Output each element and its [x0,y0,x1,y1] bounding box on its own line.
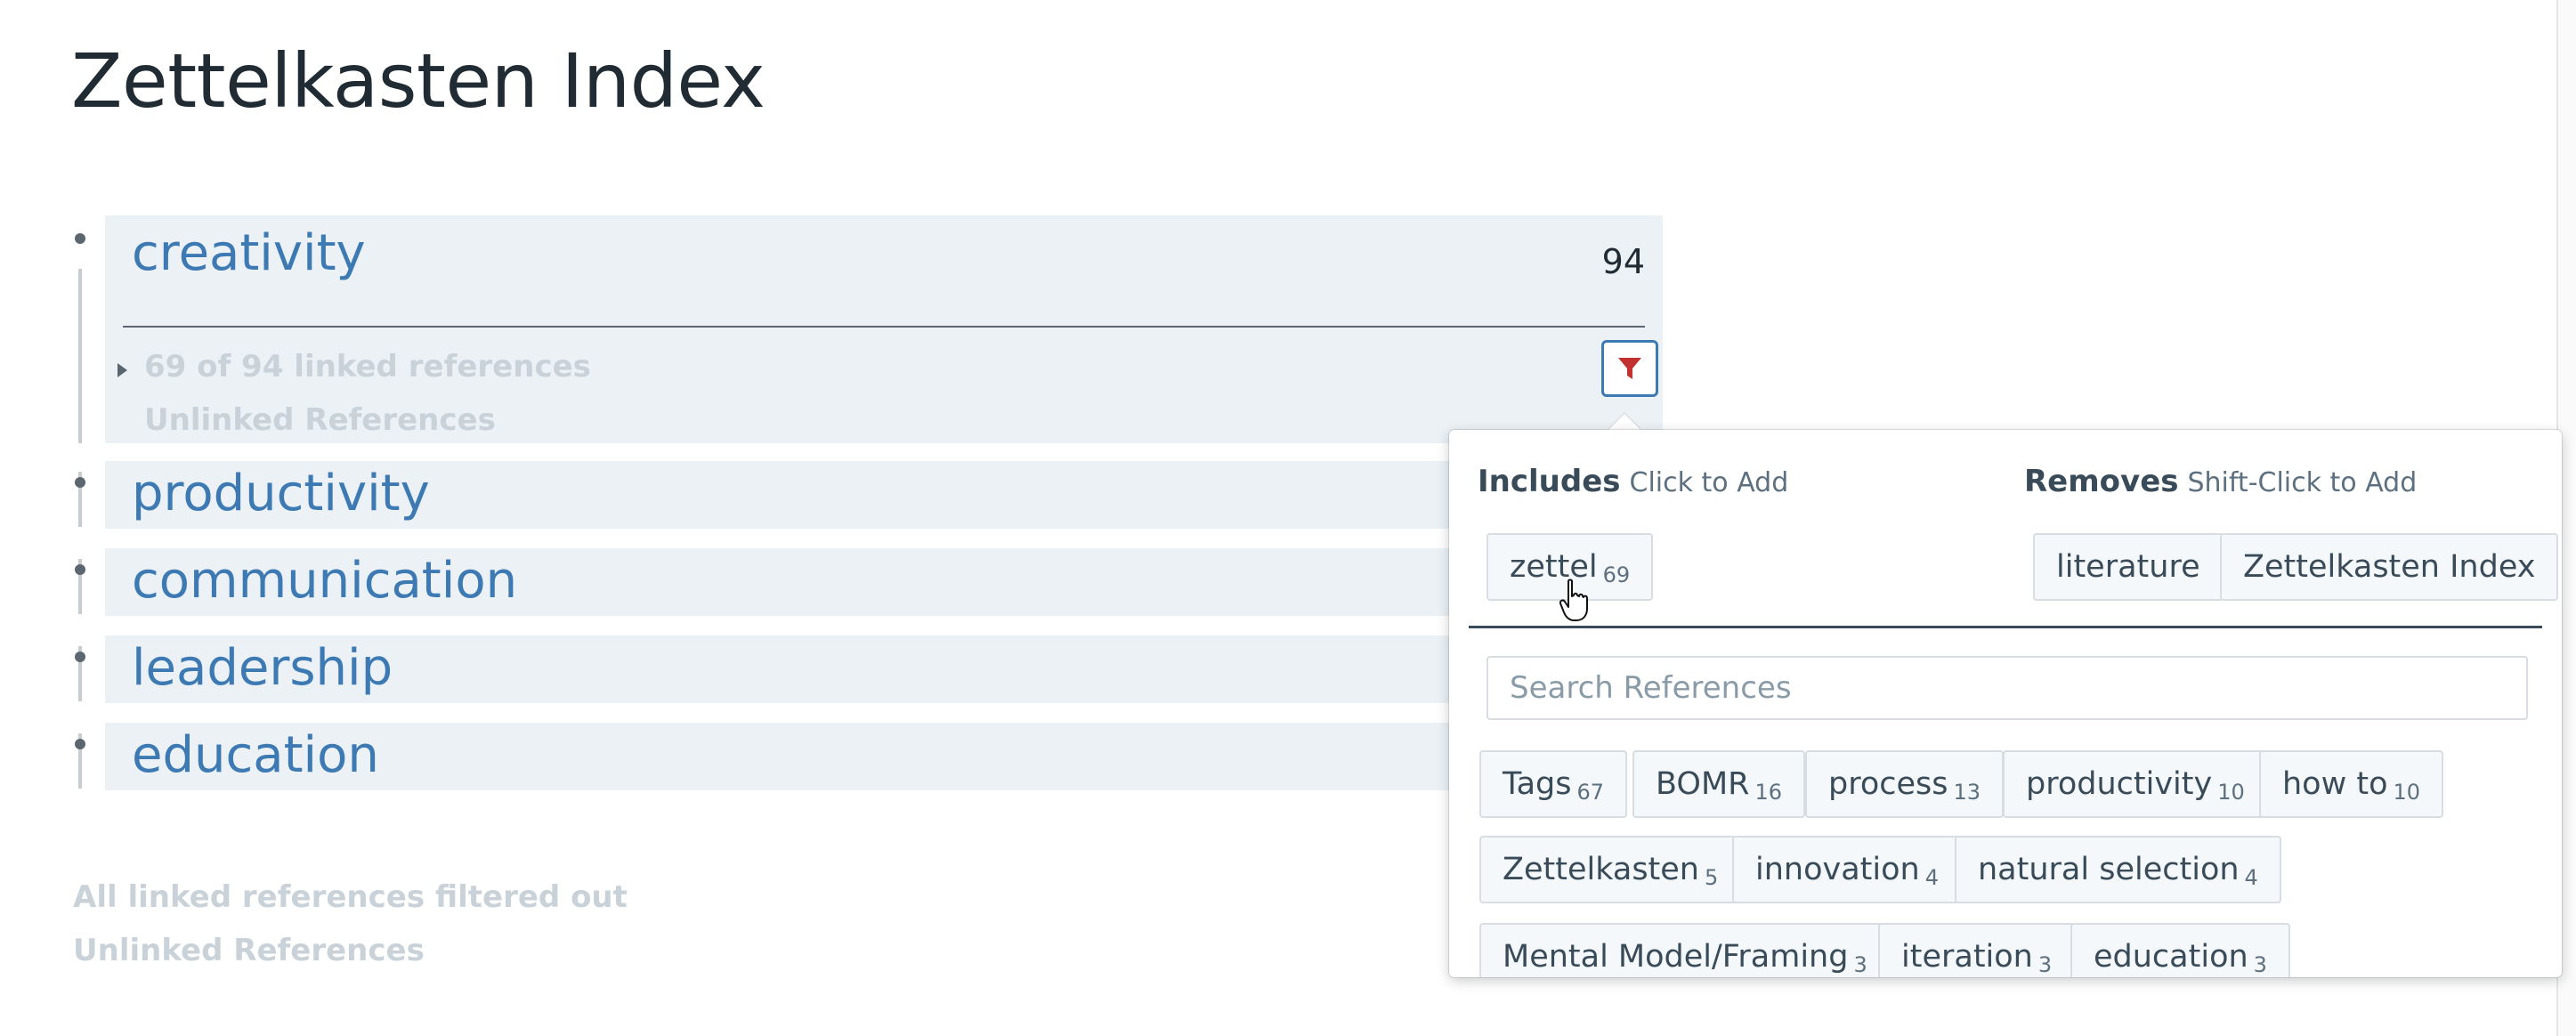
filtered-out-notice: All linked references filtered out [73,879,628,915]
funnel-icon [1618,358,1641,379]
reference-chip[interactable]: BOMR 16 [1632,750,1806,818]
chip-label: how to [2282,766,2388,802]
popover-divider [1469,626,2542,628]
block-bullet[interactable] [75,477,85,488]
chip-count: 3 [1853,952,1867,977]
reference-chip[interactable]: how to 10 [2259,750,2444,818]
remove-chip[interactable]: literature [2033,533,2224,601]
chip-count: 13 [1953,780,1981,805]
chip-count: 4 [2244,865,2258,890]
chip-label: Mental Model/Framing [1503,939,1849,975]
chip-label: Zettelkasten [1503,852,1699,887]
chip-label: BOMR [1656,766,1750,802]
page-link-productivity[interactable]: productivity [132,465,430,522]
chip-count: 16 [1754,780,1783,805]
unlinked-references-toggle[interactable]: Unlinked References [73,933,425,968]
block-bullet[interactable] [75,652,85,662]
reference-filter-popover: Includes Click to Add Removes Shift-Click … [1449,430,2562,977]
includes-section-title: Includes Click to Add [1478,464,1788,499]
remove-chip[interactable]: Zettelkasten Index [2220,533,2559,601]
chip-label: productivity [2026,766,2213,802]
block-bullet[interactable] [75,564,85,575]
hand-pointer-icon [1559,579,1588,621]
chip-label: innovation [1755,852,1920,887]
page-title: Zettelkasten Index [71,37,766,125]
reference-chip[interactable]: Zettelkasten 5 [1479,836,1742,903]
page-link-communication[interactable]: communication [132,552,517,610]
chip-label: Tags [1503,766,1572,802]
reference-chip[interactable]: Mental Model/Framing 3 [1479,923,1891,977]
includes-title: Includes [1478,464,1621,499]
reference-chip[interactable]: iteration 3 [1878,923,2076,977]
chip-count: 5 [1705,865,1719,890]
unlinked-references-toggle[interactable]: Unlinked References [144,402,496,438]
chip-count: 3 [2253,952,2267,977]
search-references-input[interactable] [1486,656,2528,720]
chip-count: 3 [2037,952,2053,977]
outline-block: leadership [105,635,1663,703]
reference-count: 94 [1601,242,1645,281]
removes-hint: Shift-Click to Add [2187,467,2418,498]
block-divider [123,326,1645,328]
outline-block: communication [105,548,1663,616]
block-bullet[interactable] [75,739,85,749]
chip-count: 4 [1924,865,1939,890]
reference-chip[interactable]: Tags 67 [1479,750,1628,818]
reference-chip[interactable]: natural selection 4 [1955,836,2281,903]
chip-label: Zettelkasten Index [2243,549,2536,585]
includes-hint: Click to Add [1629,467,1789,498]
chip-label: education [2094,939,2248,975]
removes-title: Removes [2024,464,2179,499]
outline-thread [78,269,82,443]
reference-chip[interactable]: education 3 [2070,923,2290,977]
chip-count: 67 [1576,780,1605,805]
removes-section-title: Removes Shift-Click to Add [2024,464,2417,499]
page-link-leadership[interactable]: leadership [132,639,393,697]
chip-label: iteration [1901,939,2033,975]
chip-label: literature [2056,549,2200,585]
chip-count: 10 [2217,780,2245,805]
linked-references-summary[interactable]: 69 of 94 linked references [144,349,591,384]
chip-count: 10 [2393,780,2421,805]
expanded-block: creativity 94 69 of 94 linked references… [105,215,1663,443]
reference-chip[interactable]: process 13 [1805,750,2005,818]
chip-label: process [1828,766,1948,802]
page-link-education[interactable]: education [132,726,379,784]
outline-block: education [105,723,1663,790]
page-link-creativity[interactable]: creativity [132,224,366,282]
block-bullet[interactable] [75,233,85,244]
reference-chip[interactable]: productivity 10 [2003,750,2268,818]
chip-count: 69 [1602,563,1631,587]
filter-button[interactable] [1601,340,1658,397]
reference-chip[interactable]: innovation 4 [1732,836,1962,903]
outline-block: productivity [105,461,1663,529]
chip-label: natural selection [1978,852,2240,887]
caret-right-icon[interactable] [117,363,127,377]
